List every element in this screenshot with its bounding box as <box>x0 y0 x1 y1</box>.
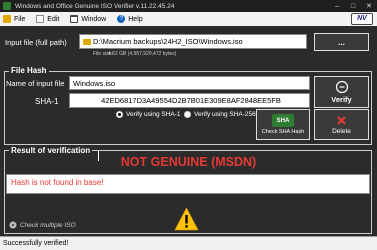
input-file-path-value: D:\Macrium backups\24H2_ISO\Windows.iso <box>93 37 243 46</box>
sha-hash-field[interactable]: 42ED6817D3A49554D2B7B01E309E8AF2848EE5FB <box>69 93 310 108</box>
folder-icon <box>83 38 91 45</box>
menu-window[interactable]: Window <box>70 15 106 23</box>
result-legend: Result of verification <box>9 146 93 155</box>
menu-help-label: Help <box>128 15 143 23</box>
verify-sha256-radio[interactable] <box>184 111 191 118</box>
file-size-value: 4.62 GB (4,957,929,472 bytes) <box>108 51 177 57</box>
verify-sha256-option[interactable]: Verify using SHA-256 <box>184 111 256 118</box>
nv-logo: NV <box>351 13 373 25</box>
menu-bar: File Edit Window ? Help NV <box>0 12 377 26</box>
verify-sha256-label: Verify using SHA-256 <box>194 111 256 118</box>
window-icon <box>70 15 79 23</box>
menu-edit[interactable]: Edit <box>36 15 59 23</box>
input-file-label: Input file (full path) <box>5 38 67 47</box>
check-multiple-iso[interactable]: Check multiple ISO <box>9 221 76 229</box>
menu-help[interactable]: ? Help <box>117 15 143 23</box>
result-message: Hash is not found in base! <box>11 178 104 187</box>
menu-file[interactable]: File <box>3 15 25 23</box>
sha-hash-value: 42ED6817D3A49554D2B7B01E309E8AF2848EE5FB <box>101 96 281 105</box>
verify-sha1-radio[interactable] <box>116 111 123 118</box>
sha-label: SHA-1 <box>35 97 59 106</box>
warning-icon <box>174 207 199 231</box>
verify-sha1-option[interactable]: Verify using SHA-1 <box>116 111 181 118</box>
minimize-icon[interactable]: – <box>329 0 345 12</box>
delete-button[interactable]: Delete <box>314 109 369 140</box>
edit-icon <box>36 15 45 23</box>
disc-icon <box>9 221 17 229</box>
verify-icon <box>335 80 348 94</box>
input-file-path-field[interactable]: D:\Macrium backups\24H2_ISO\Windows.iso <box>79 34 307 49</box>
title-bar: Windows and Office Genuine ISO Verifier … <box>0 0 377 12</box>
result-message-box[interactable]: Hash is not found in base! <box>6 174 370 194</box>
file-icon <box>3 15 11 23</box>
verify-sha1-label: Verify using SHA-1 <box>126 111 181 118</box>
file-name-field[interactable]: Windows.iso <box>69 76 310 90</box>
sha-badge-text: SHA <box>276 117 290 124</box>
menu-window-label: Window <box>81 15 107 23</box>
sha-badge-icon: SHA <box>272 114 294 127</box>
verification-status: NOT GENUINE (MSDN) <box>120 155 257 169</box>
menu-edit-label: Edit <box>47 15 60 23</box>
check-sha-button-label: Check SHA Hash <box>261 129 305 135</box>
maximize-icon[interactable]: □ <box>345 0 361 12</box>
file-name-value: Windows.iso <box>73 78 116 88</box>
delete-x-icon <box>337 115 346 125</box>
check-multiple-label: Check multiple ISO <box>20 221 76 229</box>
check-sha-button[interactable]: SHA Check SHA Hash <box>256 109 310 140</box>
browse-button[interactable]: ... <box>314 33 369 51</box>
verify-button-label: Verify <box>331 95 352 104</box>
browse-button-label: ... <box>338 37 345 47</box>
verify-button[interactable]: Verify <box>314 76 369 108</box>
menu-file-label: File <box>14 15 26 23</box>
file-hash-legend: File Hash <box>9 66 49 75</box>
delete-button-label: Delete <box>332 127 351 135</box>
close-icon[interactable]: ✕ <box>361 0 377 12</box>
file-name-label: Name of input file <box>6 79 65 88</box>
window-controls: – □ ✕ <box>329 0 377 12</box>
status-text: Successfully verified! <box>3 240 69 247</box>
window-title: Windows and Office Genuine ISO Verifier … <box>15 2 175 10</box>
help-icon: ? <box>117 15 126 23</box>
status-bar: Successfully verified! <box>0 236 377 250</box>
app-icon <box>3 2 11 10</box>
